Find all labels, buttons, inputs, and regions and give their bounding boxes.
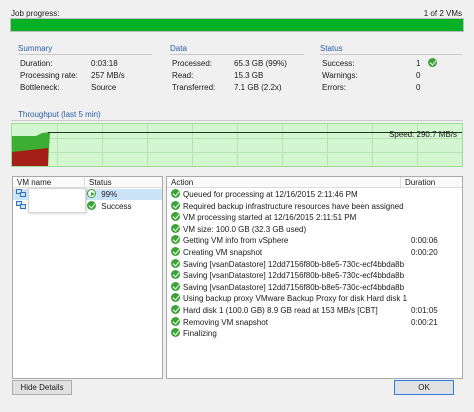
log-action: Saving [vsanDatastore] 12dd7156f80b-b8e5… (183, 259, 405, 269)
data-read-value: 15.3 GB (234, 71, 264, 80)
job-progress-label: Job progress: (11, 9, 60, 18)
success-icon (171, 223, 180, 233)
duration-header[interactable]: Duration (400, 177, 462, 188)
success-icon (171, 316, 180, 326)
data-transferred-value: 7.1 GB (2.2x) (234, 83, 282, 92)
job-progress-fill (11, 19, 463, 31)
name-overlay (28, 188, 86, 213)
vm-status-text: Success (101, 202, 132, 211)
log-row[interactable]: Saving [vsanDatastore] 12dd7156f80b-b8e5… (171, 281, 405, 293)
job-progress-count: 1 of 2 VMs (423, 9, 462, 18)
success-icon (171, 328, 180, 338)
log-action: Removing VM snapshot (183, 317, 268, 327)
summary-title: Summary (18, 44, 53, 53)
log-row[interactable]: Queued for processing at 12/16/2015 2:11… (171, 189, 358, 200)
log-row[interactable]: Finalizing (171, 328, 217, 339)
action-header[interactable]: Action (167, 177, 400, 188)
vm-status-header[interactable]: Status (84, 177, 162, 188)
success-icon (87, 201, 96, 210)
log-action: Required backup infrastructure resources… (183, 201, 404, 211)
vm-status-2: Success (87, 201, 131, 212)
throughput-chart: Speed: 290.7 MB/s (11, 123, 463, 167)
log-action: Hard disk 1 (100.0 GB) 8.9 GB read at 15… (183, 306, 378, 315)
data-read-label: Read: (172, 71, 194, 80)
play-icon (87, 189, 96, 198)
log-action: Creating VM snapshot (183, 248, 263, 257)
success-icon (171, 247, 180, 256)
status-success-value: 1 (416, 59, 421, 68)
log-row[interactable]: Using backup proxy VMware Backup Proxy f… (171, 293, 407, 304)
log-action: Getting VM info from vSphere (183, 236, 289, 246)
log-duration: 0:00:21 (411, 317, 438, 327)
status-warnings-label: Warnings: (322, 71, 358, 80)
summary-duration-label: Duration: (20, 59, 53, 68)
log-duration: 0:01:05 (411, 306, 438, 315)
summary-rate-label: Processing rate: (20, 71, 78, 80)
status-errors-value: 0 (416, 83, 421, 92)
success-icon (171, 293, 180, 303)
success-icon (171, 235, 180, 245)
hide-details-button[interactable]: Hide Details (12, 380, 72, 395)
vm-status-1: 99% (87, 189, 117, 200)
success-icon (171, 270, 180, 280)
vm-list[interactable]: VM name Status l 99% l Success (12, 176, 163, 379)
success-icon (171, 189, 180, 198)
vm-icon (16, 201, 27, 210)
vm-icon (16, 189, 27, 198)
job-progress-bar (10, 18, 464, 32)
summary-bottleneck-label: Bottleneck: (20, 83, 60, 92)
vm-name-header[interactable]: VM name (13, 177, 84, 188)
log-row[interactable]: Getting VM info from vSphere 0:00:06 (171, 235, 438, 246)
ok-button[interactable]: OK (394, 380, 454, 395)
log-action: VM processing started at 12/16/2015 2:11… (183, 213, 357, 223)
throughput-speed: Speed: 290.7 MB/s (388, 130, 457, 139)
success-icon (171, 200, 180, 210)
success-icon (171, 281, 180, 291)
summary-rate-value: 257 MB/s (91, 71, 125, 80)
log-row[interactable]: Removing VM snapshot 0:00:21 (171, 316, 438, 328)
log-action: Finalizing (183, 329, 217, 339)
log-row[interactable]: Creating VM snapshot 0:00:20 (171, 247, 438, 258)
log-action: Saving [vsanDatastore] 12dd7156f80b-b8e5… (183, 271, 405, 281)
log-row[interactable]: Saving [vsanDatastore] 12dd7156f80b-b8e5… (171, 258, 405, 270)
summary-duration-value: 0:03:18 (91, 59, 118, 68)
log-action: Using backup proxy VMware Backup Proxy f… (183, 294, 408, 304)
log-row[interactable]: VM processing started at 12/16/2015 2:11… (171, 212, 356, 223)
summary-bottleneck-value: Source (91, 83, 117, 92)
log-row[interactable]: Required backup infrastructure resources… (171, 200, 404, 212)
data-processed-label: Processed: (172, 59, 213, 68)
success-icon (428, 58, 437, 67)
throughput-title: Throughput (last 5 min) (18, 110, 101, 119)
status-divider (320, 54, 462, 55)
log-row[interactable]: VM size: 100.0 GB (32.3 GB used) (171, 223, 307, 235)
data-title: Data (170, 44, 187, 53)
success-icon (171, 305, 180, 314)
data-transferred-label: Transferred: (172, 83, 216, 92)
log-action: Queued for processing at 12/16/2015 2:11… (183, 190, 358, 199)
log-row[interactable]: Saving [vsanDatastore] 12dd7156f80b-b8e5… (171, 270, 404, 281)
throughput-divider (11, 120, 463, 121)
log-row[interactable]: Hard disk 1 (100.0 GB) 8.9 GB read at 15… (171, 305, 438, 316)
success-icon (171, 212, 180, 222)
status-warnings-value: 0 (416, 71, 421, 80)
summary-divider (18, 54, 152, 55)
data-processed-value: 65.3 GB (99%) (234, 59, 287, 68)
vm-status-text: 99% (101, 190, 118, 199)
status-success-label: Success: (322, 59, 355, 68)
status-errors-label: Errors: (322, 83, 346, 92)
action-log[interactable]: Action Duration Queued for processing at… (166, 176, 463, 379)
data-divider (170, 54, 304, 55)
log-duration: 0:00:20 (411, 248, 438, 257)
success-icon (171, 258, 180, 268)
log-duration: 0:00:06 (411, 236, 438, 246)
log-action: VM size: 100.0 GB (32.3 GB used) (183, 224, 307, 234)
log-action: Saving [vsanDatastore] 12dd7156f80b-b8e5… (183, 282, 405, 292)
status-title: Status (320, 44, 343, 53)
